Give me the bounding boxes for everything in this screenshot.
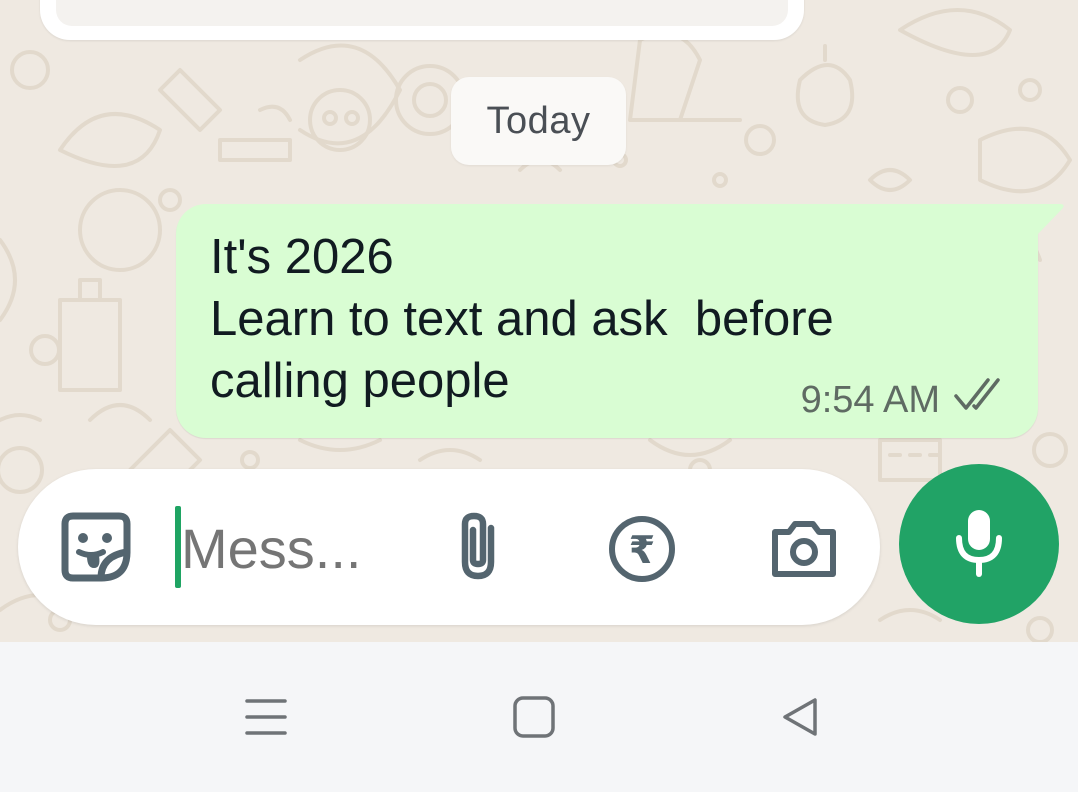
rupee-payment-icon[interactable]: ₹ bbox=[604, 511, 680, 587]
message-input[interactable] bbox=[181, 509, 421, 589]
outgoing-message-bubble[interactable]: It's 2026 Learn to text and ask before c… bbox=[176, 204, 1038, 438]
attach-icon[interactable] bbox=[443, 507, 513, 587]
bubble-tail bbox=[1030, 204, 1064, 234]
voice-record-button[interactable] bbox=[899, 464, 1059, 624]
previous-message-preview bbox=[56, 0, 788, 26]
mic-icon bbox=[951, 506, 1007, 583]
back-icon[interactable] bbox=[770, 688, 830, 746]
system-navigation-bar bbox=[0, 642, 1078, 792]
sticker-icon[interactable] bbox=[60, 511, 132, 583]
message-meta: 9:54 AM bbox=[801, 378, 1008, 422]
date-separator: Today bbox=[451, 77, 626, 165]
double-check-icon bbox=[954, 378, 1008, 422]
message-time: 9:54 AM bbox=[800, 378, 940, 421]
camera-icon[interactable] bbox=[766, 511, 842, 587]
home-icon[interactable] bbox=[504, 688, 564, 746]
message-composer: ₹ bbox=[18, 469, 880, 625]
previous-message-card bbox=[40, 0, 804, 40]
menu-icon[interactable] bbox=[236, 688, 296, 746]
chat-background: Today It's 2026 Learn to text and ask be… bbox=[0, 0, 1078, 642]
svg-text:₹: ₹ bbox=[629, 528, 655, 572]
